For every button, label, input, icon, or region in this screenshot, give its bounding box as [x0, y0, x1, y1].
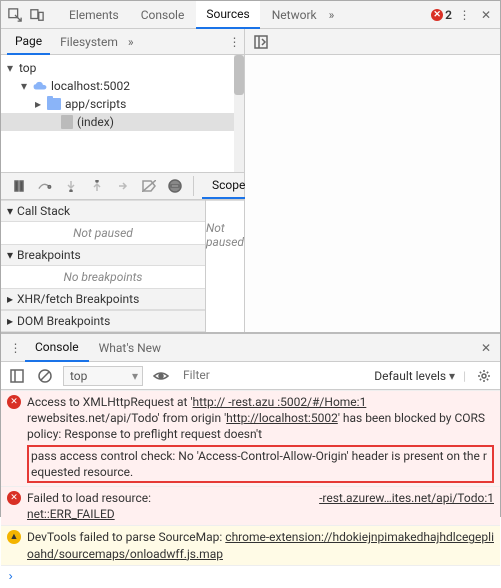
pause-exceptions-icon[interactable]	[165, 176, 185, 196]
drawer-tab-console[interactable]: Console	[25, 334, 89, 362]
more-tabs-icon[interactable]: »	[329, 8, 335, 22]
log-levels[interactable]: Default levels ▾	[374, 369, 455, 383]
console-prompt[interactable]: ›	[1, 565, 500, 588]
nav-kebab-icon[interactable]: ⋮	[224, 32, 244, 52]
error-count[interactable]: ✕2	[431, 8, 452, 22]
sources-panel: Page Filesystem » ⋮ ▾top ▾localhost:5002…	[1, 29, 500, 332]
console-sidebar-icon[interactable]	[7, 366, 27, 386]
step-over-icon[interactable]	[35, 176, 55, 196]
section-dom-bp[interactable]: ▸DOM Breakpoints	[1, 310, 205, 332]
tree-folder[interactable]: ▸app/scripts	[1, 95, 244, 113]
editor-body	[245, 55, 500, 332]
folder-icon	[47, 98, 61, 110]
drawer: ⋮ Console What's New ✕ top Default level…	[1, 332, 500, 588]
breakpoints-empty: No breakpoints	[1, 266, 205, 288]
tab-network[interactable]: Network	[262, 2, 327, 28]
more-nav-tabs-icon[interactable]: »	[128, 35, 134, 49]
step-icon[interactable]	[113, 176, 133, 196]
clear-console-icon[interactable]	[35, 366, 55, 386]
main-tabbar: Elements Console Sources Network » ✕2 ⋮ …	[1, 1, 500, 29]
section-xhr-bp[interactable]: ▸XHR/fetch Breakpoints	[1, 288, 205, 310]
debugger-toolbar: Scope Watch	[1, 172, 244, 200]
close-icon[interactable]: ✕	[476, 5, 496, 25]
warning-icon: ▲	[7, 530, 21, 544]
callstack-empty: Not paused	[1, 222, 205, 244]
tree-scrollbar[interactable]	[234, 55, 244, 172]
console-error-cors: ✕ Access to XMLHttpRequest at 'http:// -…	[1, 390, 500, 486]
pause-icon[interactable]	[9, 176, 29, 196]
inspect-icon[interactable]	[5, 5, 25, 25]
drawer-menu-icon[interactable]: ⋮	[5, 338, 25, 358]
tab-filesystem[interactable]: Filesystem	[52, 30, 126, 54]
device-toggle-icon[interactable]	[27, 5, 47, 25]
filter-input[interactable]	[179, 366, 239, 385]
section-breakpoints[interactable]: ▾Breakpoints	[1, 244, 205, 266]
kebab-menu-icon[interactable]: ⋮	[454, 5, 474, 25]
deactivate-bp-icon[interactable]	[139, 176, 159, 196]
tab-console[interactable]: Console	[131, 2, 195, 28]
tab-elements[interactable]: Elements	[59, 2, 129, 28]
tree-file[interactable]: (index)	[1, 113, 244, 131]
console-settings-icon[interactable]	[474, 366, 494, 386]
error-icon: ✕	[7, 395, 21, 409]
console-warning-sourcemap: ▲ DevTools failed to parse SourceMap: ch…	[1, 525, 500, 564]
console-error-failed: ✕ Failed to load resource: -rest.azurew……	[1, 486, 500, 525]
step-out-icon[interactable]	[87, 176, 107, 196]
tree-host[interactable]: ▾localhost:5002	[1, 77, 244, 95]
tree-top[interactable]: ▾top	[1, 59, 244, 77]
cloud-icon	[33, 79, 47, 93]
navigator-tabs: Page Filesystem » ⋮	[1, 29, 244, 55]
live-expr-icon[interactable]	[151, 366, 171, 386]
editor-header	[245, 29, 500, 55]
document-icon	[61, 115, 73, 129]
step-into-icon[interactable]	[61, 176, 81, 196]
show-nav-icon[interactable]	[251, 32, 271, 52]
scope-empty: Not paused	[206, 200, 244, 268]
cors-highlight: pass access control check: No 'Access-Co…	[27, 445, 494, 483]
tab-sources[interactable]: Sources	[196, 1, 259, 29]
context-selector[interactable]: top	[63, 366, 143, 386]
error-icon: ✕	[7, 491, 21, 505]
drawer-close-icon[interactable]: ✕	[476, 338, 496, 358]
console-log: ✕ Access to XMLHttpRequest at 'http:// -…	[1, 390, 500, 588]
tab-page[interactable]: Page	[7, 29, 50, 55]
file-tree: ▾top ▾localhost:5002 ▸app/scripts (index…	[1, 55, 244, 172]
section-callstack[interactable]: ▾Call Stack	[1, 200, 205, 222]
drawer-tab-whatsnew[interactable]: What's New	[89, 335, 171, 361]
console-toolbar: top Default levels ▾ |	[1, 362, 500, 390]
